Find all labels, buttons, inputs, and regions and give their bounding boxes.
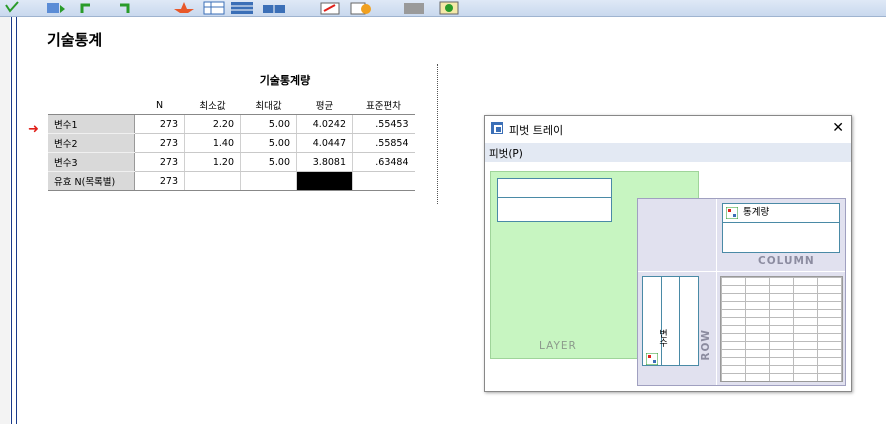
descriptive-stats-table[interactable]: N 최소값 최대값 평균 표준편차 변수1 273 2.20 5.00 4.02… [48, 96, 415, 191]
menu-bar: 피벗(P) [485, 143, 851, 162]
header-row: N 최소값 최대값 평균 표준편차 [48, 96, 415, 115]
pivot-area: 통계량 COLUMN 변수 ROW [637, 198, 846, 386]
cell-min: 1.40 [184, 133, 241, 153]
pivot-grid-preview [720, 276, 843, 382]
gray-block-icon[interactable] [403, 0, 425, 14]
table-row: 변수1 273 2.20 5.00 4.0242 .55453 [48, 114, 415, 134]
column-drop-area[interactable]: 통계량 [722, 203, 840, 253]
cell-sd: .55453 [352, 114, 415, 134]
cell-min: 2.20 [184, 114, 241, 134]
cell-max: 5.00 [240, 152, 297, 172]
row-label: ROW [700, 329, 712, 361]
grid-icon[interactable] [230, 0, 254, 14]
script-icon[interactable] [350, 0, 372, 15]
cell-max: 5.00 [240, 133, 297, 153]
variable-icon [645, 350, 659, 366]
table-border [437, 64, 438, 204]
col-header: 표준편차 [352, 96, 415, 115]
column-chip-label: 통계량 [743, 207, 770, 218]
export-icon[interactable] [45, 0, 67, 14]
table-row: 변수2 273 1.40 5.00 4.0447 .55854 [48, 133, 415, 153]
layer-drop-slot[interactable] [497, 178, 612, 222]
cell-mean: 4.0447 [296, 133, 353, 153]
cell-n: 273 [134, 133, 185, 153]
cell-n: 273 [134, 114, 185, 134]
table-title: 기술통계량 [259, 74, 311, 87]
cell-mean: 4.0242 [296, 114, 353, 134]
frame-line [16, 17, 17, 424]
row-label: 변수3 [48, 152, 135, 172]
pivot-tray-dialog: 피벗 트레이 ✕ 피벗(P) LAYER 통계량 COLUMN 변수 ROW [484, 115, 852, 392]
dialog-titlebar[interactable]: 피벗 트레이 ✕ [485, 116, 851, 142]
column-label: COLUMN [758, 255, 815, 267]
cell-n: 273 [134, 171, 185, 191]
cell-max: 5.00 [240, 114, 297, 134]
layer-label: LAYER [539, 340, 577, 352]
close-icon[interactable]: ✕ [832, 120, 844, 136]
star-icon[interactable] [172, 0, 196, 14]
split-table-icon[interactable] [262, 0, 288, 14]
cell-sd [352, 171, 415, 191]
toolbar-icon[interactable] [4, 0, 20, 14]
cell-mean-selected[interactable] [296, 171, 353, 191]
cell-max [240, 171, 297, 191]
col-header: N [134, 96, 185, 115]
cell-n: 273 [134, 152, 185, 172]
cell-min: 1.20 [184, 152, 241, 172]
menu-pivot[interactable]: 피벗(P) [489, 146, 523, 161]
statistic-icon [725, 206, 739, 220]
dialog-title: 피벗 트레이 [509, 124, 564, 137]
column-chip[interactable]: 통계량 [723, 204, 839, 223]
cell-mean: 3.8081 [296, 152, 353, 172]
col-header: 최소값 [184, 96, 241, 115]
table-icon[interactable] [203, 0, 225, 15]
row-chip-label[interactable]: 변수 [656, 329, 669, 347]
cell-sd: .63484 [352, 152, 415, 172]
output-title: 기술통계 [47, 31, 103, 49]
col-header: 최대값 [240, 96, 297, 115]
row-label: 유효 N(목록별) [48, 171, 135, 191]
cell-min [184, 171, 241, 191]
row-label: 변수1 [48, 114, 135, 134]
chart-edit-icon[interactable] [320, 0, 342, 15]
outline-pane [0, 17, 10, 424]
cell-sd: .55854 [352, 133, 415, 153]
col-header: 평균 [296, 96, 353, 115]
row-drop-area[interactable]: 변수 [642, 276, 699, 366]
toolbar [0, 0, 886, 17]
table-row: 유효 N(목록별) 273 [48, 171, 415, 191]
header-blank [48, 96, 135, 115]
add-icon[interactable] [438, 0, 460, 15]
frame-line [11, 17, 12, 424]
arrow-icon: ➜ [28, 122, 39, 137]
table-row: 변수3 273 1.20 5.00 3.8081 .63484 [48, 152, 415, 172]
goto-icon[interactable] [80, 0, 130, 14]
row-label: 변수2 [48, 133, 135, 153]
pivot-icon [491, 122, 503, 134]
